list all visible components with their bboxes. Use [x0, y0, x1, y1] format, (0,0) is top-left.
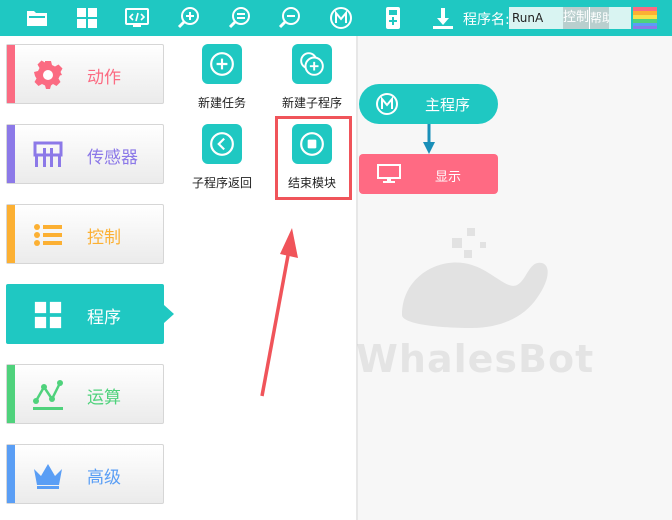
monitor-icon: [377, 164, 401, 183]
zoom-in-icon[interactable]: [176, 5, 202, 31]
category-label: 高级: [87, 468, 121, 488]
category-label: 传感器: [87, 148, 138, 168]
sensor-icon: [31, 139, 65, 171]
category-action[interactable]: 动作: [6, 44, 164, 104]
main-program-icon: [376, 93, 398, 115]
category-bar: [7, 125, 15, 183]
category-bar: [7, 445, 15, 503]
zoom-out-icon[interactable]: [277, 5, 303, 31]
new-task-block[interactable]: 新建任务: [182, 44, 262, 110]
back-circle-icon: [202, 124, 242, 164]
category-bar: [7, 365, 15, 423]
display-block[interactable]: 显示: [359, 154, 498, 194]
main-program-label: 主程序: [425, 96, 471, 114]
gear-icon: [31, 59, 65, 91]
highlight-box: [275, 116, 352, 200]
active-category-pointer: [164, 305, 174, 323]
grid-icon: [31, 299, 65, 331]
category-bar: [7, 205, 15, 263]
category-label: 程序: [87, 308, 121, 328]
subprogram-return-block[interactable]: 子程序返回: [182, 124, 262, 190]
palette-label: 新建任务: [197, 96, 246, 110]
list-icon: [31, 219, 65, 251]
plus-circle-icon: [202, 44, 242, 84]
robot-icon[interactable]: [380, 5, 406, 31]
help-button-tail: [609, 7, 631, 29]
category-control[interactable]: 控制: [6, 204, 164, 264]
category-label: 控制: [87, 228, 121, 248]
display-label: 显示: [435, 170, 462, 185]
category-operation[interactable]: 运算: [6, 364, 164, 424]
category-sensor[interactable]: 传感器: [6, 124, 164, 184]
program-name-label: 程序名:: [463, 12, 510, 28]
download-icon[interactable]: [430, 5, 456, 31]
grid-icon[interactable]: [74, 5, 100, 31]
palette-label: 子程序返回: [191, 176, 252, 190]
crown-icon: [31, 459, 65, 491]
category-sidebar: 动作 传感器 控制 程序 运算 高级: [0, 36, 180, 520]
help-button[interactable]: 帮助: [589, 7, 609, 29]
control-button[interactable]: 控制台: [563, 7, 589, 29]
zoom-reset-icon[interactable]: [227, 5, 253, 31]
palette-color-icon[interactable]: [633, 7, 657, 29]
palette-label: 新建子程序: [281, 96, 342, 110]
program-name-input[interactable]: [509, 7, 565, 29]
category-label: 运算: [87, 388, 121, 408]
code-icon[interactable]: [124, 5, 150, 31]
connector-arrow-icon: [423, 124, 435, 154]
category-advanced[interactable]: 高级: [6, 444, 164, 504]
toolbar: 程序名: 控制台 帮助: [0, 0, 672, 36]
category-label: 动作: [87, 68, 121, 88]
folder-icon[interactable]: [24, 5, 50, 31]
new-subprogram-block[interactable]: 新建子程序: [272, 44, 352, 110]
plus-layers-icon: [292, 44, 332, 84]
watermark-text: WhalesBot: [356, 337, 595, 381]
category-program[interactable]: 程序: [6, 284, 164, 344]
category-bar: [7, 45, 15, 103]
main-program-icon[interactable]: [328, 5, 354, 31]
main-program-block[interactable]: 主程序: [359, 84, 498, 124]
chart-icon: [31, 379, 65, 411]
